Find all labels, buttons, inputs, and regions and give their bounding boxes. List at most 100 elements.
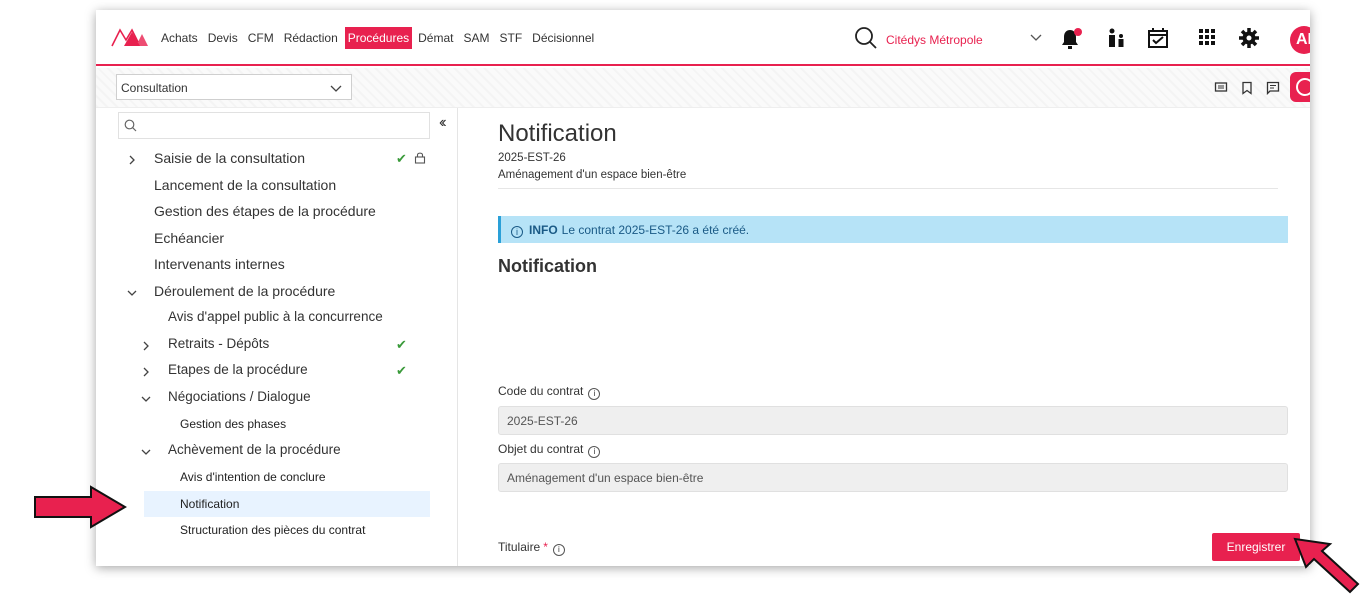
page-title: Notification [498, 120, 617, 147]
main-menu: Achats Devis CFM Rédaction Procédures Démat SA… [158, 27, 601, 49]
nav-item-devis[interactable]: Devis [205, 27, 241, 49]
procedure-sidebar: ‹‹ Saisie de la consultation ✔ Lancement d… [96, 108, 458, 566]
comment-icon[interactable] [1214, 81, 1228, 100]
divider [498, 188, 1278, 189]
top-navigation-bar: Achats Devis CFM Rédaction Procédures Démat SA… [96, 10, 1310, 66]
bookmark-icon[interactable] [1240, 81, 1254, 100]
tree-item-label: Lancement de la consultation [154, 176, 337, 193]
contract-code: 2025-EST-26 [498, 152, 566, 164]
tree-item-label: Echéancier [154, 229, 225, 246]
nav-item-redaction[interactable]: Rédaction [281, 27, 341, 49]
tree-item-label: Négociations / Dialogue [168, 388, 311, 404]
tree-item-label: Intervenants internes [154, 256, 285, 272]
info-tag: INFO [529, 223, 558, 237]
chevron-right-icon[interactable] [140, 366, 152, 381]
tree-item-label: Déroulement de la procédure [154, 282, 336, 299]
holder-field-label: Titulaire * i [498, 540, 565, 556]
tree-item[interactable]: Etapes de la procédure ✔ [96, 358, 458, 385]
help-button[interactable] [1290, 72, 1310, 102]
contract-object: Aménagement d'un espace bien-être [498, 169, 687, 181]
object-field[interactable]: Aménagement d'un espace bien-être [498, 463, 1288, 492]
chevron-right-icon[interactable] [126, 154, 138, 169]
chevron-down-icon [329, 81, 343, 98]
checkmark-icon: ✔ [396, 363, 407, 378]
tree-item-label: Avis d'intention de conclure [180, 470, 326, 484]
search-icon[interactable] [854, 26, 878, 55]
info-icon[interactable]: i [588, 446, 601, 458]
search-icon [124, 119, 137, 137]
tree-item[interactable]: Gestion des phases [96, 411, 458, 438]
tree-item[interactable]: Négociations / Dialogue [96, 385, 458, 412]
nav-item-demat[interactable]: Démat [415, 27, 456, 49]
tree-item[interactable]: Gestion des étapes de la procédure [96, 199, 458, 226]
tree-item-label: Gestion des étapes de la procédure [154, 203, 376, 219]
user-avatar[interactable]: AE [1290, 26, 1310, 54]
nav-item-stf[interactable]: STF [496, 27, 525, 49]
app-logo[interactable] [110, 26, 150, 53]
users-icon[interactable] [1106, 27, 1128, 54]
nav-item-cfm[interactable]: CFM [245, 27, 277, 49]
message-icon[interactable] [1266, 81, 1280, 100]
code-field[interactable]: 2025-EST-26 [498, 406, 1288, 435]
help-icon [1296, 78, 1310, 96]
tree-item[interactable]: Saisie de la consultation ✔ [96, 146, 458, 173]
checkmark-icon: ✔ [396, 151, 407, 166]
tree-item[interactable]: Achèvement de la procédure [96, 438, 458, 465]
tree-item-label: Saisie de la consultation [154, 150, 305, 166]
tree-item[interactable]: Notification [144, 490, 430, 517]
object-field-label: Objet du contrat i [498, 442, 601, 458]
holder-field-label-text: Titulaire [498, 540, 541, 554]
sidebar-search-input[interactable] [118, 112, 430, 139]
tree-item[interactable]: Déroulement de la procédure [96, 279, 458, 306]
apps-grid-icon[interactable] [1197, 27, 1217, 52]
chevron-down-icon[interactable] [140, 393, 152, 408]
main-content: Notification 2025-EST-26 Aménagement d'u… [458, 108, 1310, 566]
pointer-arrow-icon [34, 485, 127, 529]
tree-item[interactable]: Intervenants internes [96, 252, 458, 279]
chevron-down-icon[interactable] [1029, 30, 1043, 49]
code-field-label-text: Code du contrat [498, 384, 584, 398]
gear-icon[interactable] [1238, 27, 1260, 54]
chevron-right-icon[interactable] [140, 340, 152, 355]
app-window: Achats Devis CFM Rédaction Procédures Démat SA… [96, 10, 1310, 566]
info-message: Le contrat 2025-EST-26 a été créé. [561, 223, 750, 237]
tree-item-label: Structuration des pièces du contrat [180, 523, 366, 537]
nav-item-sam[interactable]: SAM [460, 27, 492, 49]
tree-item-label: Retraits - Dépôts [168, 335, 270, 351]
nav-item-decisionnel[interactable]: Décisionnel [529, 27, 597, 49]
chevron-down-icon[interactable] [140, 446, 152, 461]
collapse-sidebar-icon[interactable]: ‹‹ [439, 114, 446, 132]
context-bar: Consultation [96, 68, 1310, 108]
nav-item-achats[interactable]: Achats [158, 27, 201, 49]
context-toolbar [1214, 81, 1280, 100]
module-select[interactable]: Consultation [116, 74, 352, 100]
save-button[interactable]: Enregistrer [1212, 533, 1300, 561]
checkmark-icon: ✔ [396, 336, 407, 352]
tree-item-label: Achèvement de la procédure [168, 441, 341, 457]
tree-item-label: Gestion des phases [180, 417, 287, 431]
pointer-arrow-icon [1293, 537, 1360, 594]
code-field-label: Code du contrat i [498, 384, 601, 400]
tree-item-label: Etapes de la procédure [168, 362, 308, 377]
tree-item[interactable]: Echéancier [96, 226, 458, 253]
tree-item[interactable]: Structuration des pièces du contrat [96, 517, 458, 544]
nav-item-procedures[interactable]: Procédures [344, 27, 413, 49]
tree-item[interactable]: Avis d'appel public à la concurrence [96, 305, 458, 332]
organization-selector[interactable]: Citédys Métropole [886, 33, 983, 47]
chevron-down-icon[interactable] [126, 287, 138, 302]
info-icon[interactable]: i [552, 544, 565, 556]
calendar-check-icon[interactable] [1147, 27, 1169, 54]
procedure-tree: Saisie de la consultation ✔ Lancement de l… [96, 146, 458, 544]
module-select-value: Consultation [121, 81, 188, 95]
info-icon: i [511, 226, 523, 238]
object-field-label-text: Objet du contrat [498, 442, 584, 456]
tree-item[interactable]: Lancement de la consultation [96, 173, 458, 200]
lock-icon [414, 151, 426, 167]
info-icon[interactable]: i [588, 388, 601, 400]
info-banner: i INFO Le contrat 2025-EST-26 a été créé. [498, 216, 1288, 243]
section-title: Notification [498, 256, 597, 276]
tree-item-label: Avis d'appel public à la concurrence [168, 309, 383, 324]
tree-item[interactable]: Retraits - Dépôts ✔ [96, 332, 458, 359]
notification-bell-icon[interactable] [1058, 27, 1084, 56]
tree-item[interactable]: Avis d'intention de conclure [96, 464, 458, 491]
